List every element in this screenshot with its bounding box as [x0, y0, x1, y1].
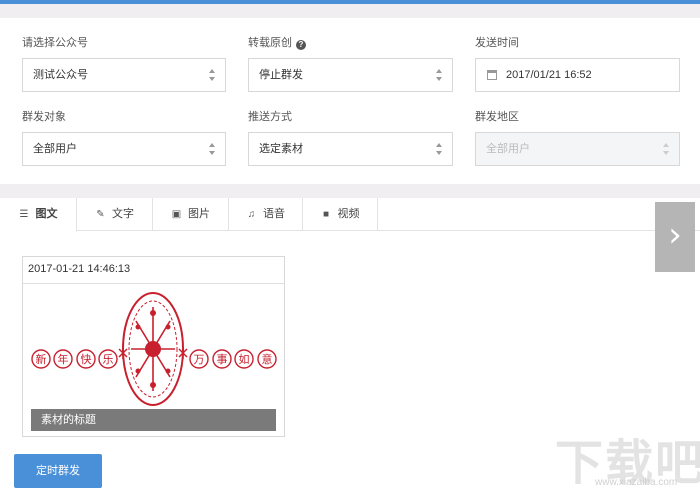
- schedule-send-button[interactable]: 定时群发: [14, 454, 102, 488]
- tab-video[interactable]: ■ 视频: [303, 198, 378, 231]
- region-value: 全部用户: [486, 143, 530, 155]
- region-select: 全部用户: [475, 132, 680, 166]
- send-time-input[interactable]: 2017/01/21 16:52: [475, 58, 680, 92]
- svg-text:如: 如: [239, 352, 250, 366]
- video-icon: ■: [322, 209, 330, 220]
- calendar-icon: [487, 70, 497, 80]
- card-caption: 素材的标题: [31, 409, 276, 431]
- push-method-label: 推送方式: [248, 111, 292, 123]
- svg-text:意: 意: [262, 352, 273, 366]
- push-method-value: 选定素材: [259, 143, 303, 155]
- material-card[interactable]: 2017-01-21 14:46:13 新 年 快 乐 万 事 如 意 素材的标…: [22, 256, 285, 437]
- repost-value: 停止群发: [259, 69, 303, 81]
- tab-label: 视频: [337, 208, 360, 220]
- target-select[interactable]: 全部用户: [22, 132, 226, 166]
- greeting-char: 新: [31, 349, 51, 369]
- greeting-char: 意: [257, 349, 277, 369]
- tab-image[interactable]: ▣ 图片: [153, 198, 229, 231]
- card-image: 新年快乐 万事如意: [28, 287, 279, 407]
- svg-text:年: 年: [58, 352, 69, 366]
- svg-text:事: 事: [217, 353, 228, 366]
- svg-text:快: 快: [81, 353, 92, 366]
- select-arrows-icon: [209, 142, 217, 158]
- svg-text:万: 万: [194, 353, 205, 366]
- account-select[interactable]: 测试公众号: [22, 58, 226, 92]
- mid-gap: [0, 184, 700, 198]
- repost-select[interactable]: 停止群发: [248, 58, 453, 92]
- image-icon: ▣: [171, 209, 182, 220]
- greeting-char: 万: [189, 349, 209, 369]
- card-divider: [23, 283, 284, 284]
- greeting-char: 年: [53, 349, 73, 369]
- send-time-label: 发送时间: [475, 37, 519, 49]
- account-label: 请选择公众号: [22, 37, 88, 49]
- svg-text:新: 新: [36, 352, 47, 366]
- repost-label: 转载原创?: [248, 36, 306, 50]
- tab-label: 图文: [35, 208, 58, 220]
- target-label: 群发对象: [22, 111, 66, 123]
- music-icon: ♫: [247, 209, 256, 220]
- target-value: 全部用户: [33, 143, 77, 155]
- svg-text:乐: 乐: [103, 353, 114, 366]
- tab-label: 图片: [188, 208, 210, 220]
- select-arrows-icon: [436, 68, 444, 84]
- select-arrows-icon: [663, 142, 671, 158]
- question-circle-icon[interactable]: ?: [296, 40, 306, 50]
- send-time-value: 2017/01/21 16:52: [506, 69, 592, 81]
- edit-icon: ✎: [96, 209, 105, 220]
- tab-label: 语音: [263, 208, 285, 220]
- content-panel: ☰ 图文 ✎ 文字 ▣ 图片 ♫ 语音 ■ 视频 › 2017-01-21 14:46:1…: [0, 198, 700, 495]
- card-timestamp: 2017-01-21 14:46:13: [28, 263, 131, 275]
- top-gap: [0, 4, 700, 18]
- next-arrow-button[interactable]: ›: [655, 202, 695, 272]
- material-tabbar: ☰ 图文 ✎ 文字 ▣ 图片 ♫ 语音 ■ 视频: [0, 198, 700, 232]
- tab-news[interactable]: ☰ 图文: [0, 198, 77, 232]
- select-arrows-icon: [436, 142, 444, 158]
- news-icon: ☰: [19, 209, 29, 220]
- tab-voice[interactable]: ♫ 语音: [229, 198, 303, 231]
- account-value: 测试公众号: [33, 69, 88, 81]
- tab-text[interactable]: ✎ 文字: [77, 198, 153, 231]
- greeting-char: 如: [234, 349, 254, 369]
- select-arrows-icon: [209, 68, 217, 84]
- round-seal-graphic: [122, 292, 184, 406]
- greeting-char: 事: [212, 349, 232, 369]
- greeting-char: 快: [76, 349, 96, 369]
- send-settings-form: 请选择公众号 测试公众号 转载原创? 停止群发 发送时间 2017/01/21 …: [0, 18, 700, 184]
- push-method-select[interactable]: 选定素材: [248, 132, 453, 166]
- new-year-stamp-image: 新年快乐 万事如意: [31, 292, 277, 406]
- watermark-url: www.xiazaiba.com: [595, 477, 678, 488]
- greeting-char: 乐: [98, 349, 118, 369]
- tab-label: 文字: [112, 208, 134, 220]
- repost-label-text: 转载原创: [248, 37, 292, 49]
- watermark-logo: 下载吧 www.xiazaiba.com: [555, 423, 700, 493]
- region-label: 群发地区: [475, 111, 519, 123]
